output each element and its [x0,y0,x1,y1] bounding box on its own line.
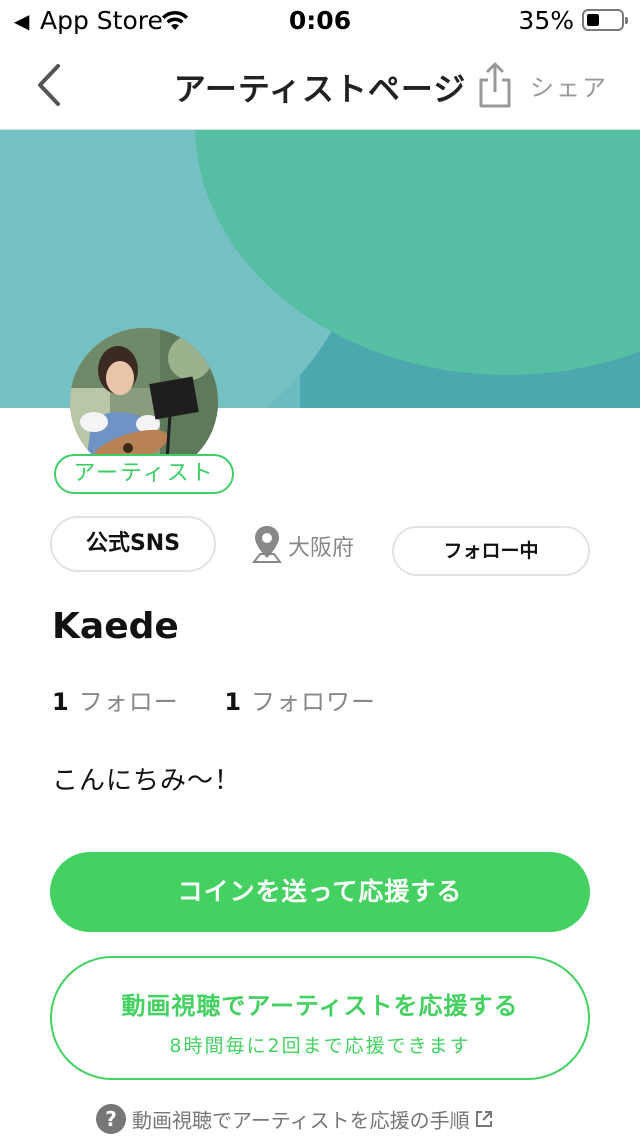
help-link-text: 動画視聴でアーティストを応援の手順 [132,1108,470,1133]
location-label: 大阪府 [288,536,355,561]
status-bar: ◀ App Store 0:06 35% [0,0,640,42]
battery-percent: 35% [518,6,574,35]
followers-label: フォロワー [251,688,377,716]
following-count: 1 [52,688,69,716]
send-coin-button[interactable]: コインを送って応援する [50,852,590,932]
following-label: フォロー [78,688,179,716]
watch-video-support-button[interactable]: 動画視聴でアーティストを応援する 8時間毎に2回まで応援できます [50,956,590,1080]
question-icon: ? [96,1104,126,1134]
followers-count: 1 [224,688,242,716]
artist-name: Kaede [52,606,179,647]
location-pin-icon [252,526,282,563]
share-label[interactable]: シェア [530,68,608,103]
external-link-icon [475,1111,492,1127]
official-sns-button[interactable]: 公式SNS [50,516,216,572]
video-support-title: 動画視聴でアーティストを応援する [121,992,519,1020]
video-support-help-link[interactable]: ? 動画視聴でアーティストを応援の手順 [96,1104,494,1136]
video-support-subtitle: 8時間毎に2回まで応援できます [169,1035,471,1057]
share-icon[interactable] [476,60,514,110]
artist-badge: アーティスト [54,454,234,494]
followers-stat[interactable]: 1 フォロワー [224,682,376,717]
artist-bio: こんにちみ〜！ [52,766,242,796]
battery-icon [582,9,628,31]
nav-bar: アーティストページ シェア [0,42,640,130]
follow-stats: 1 フォロー 1 フォロワー [52,682,414,717]
following-button[interactable]: フォロー中 [392,526,590,576]
following-stat[interactable]: 1 フォロー [52,682,179,717]
